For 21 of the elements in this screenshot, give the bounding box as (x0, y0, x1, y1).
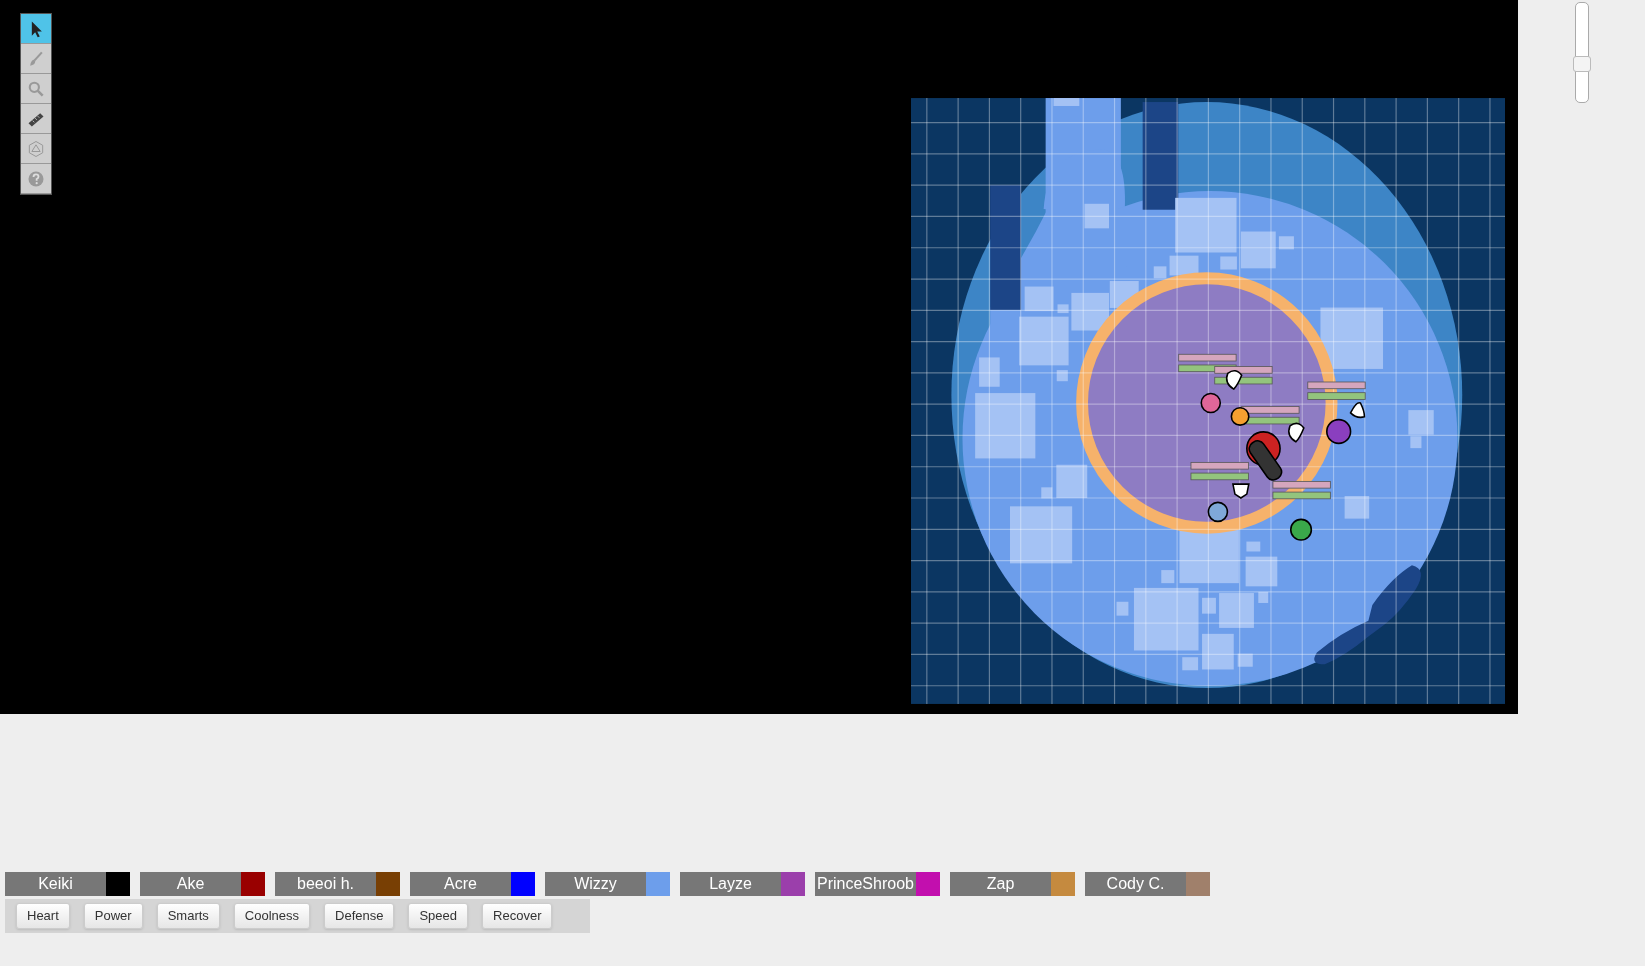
player-name: Wizzy (573, 874, 618, 894)
player-name: Ake (175, 874, 206, 894)
slider-thumb[interactable] (1572, 55, 1591, 72)
player-name: beeoi h. (296, 874, 355, 894)
player-name: Acre (443, 874, 478, 894)
toolbar-button[interactable] (21, 14, 51, 44)
zoom-slider[interactable] (1574, 2, 1589, 103)
macro-button[interactable]: Coolness (233, 903, 311, 929)
player-name: Zap (985, 874, 1016, 894)
dice-icon (26, 138, 46, 159)
macro-button[interactable]: Recover (482, 903, 553, 929)
macro-button[interactable]: Speed (408, 903, 469, 929)
toolbar-button[interactable] (21, 104, 51, 134)
macro-button[interactable]: Smarts (156, 903, 220, 929)
macro-button[interactable]: Power (83, 903, 143, 929)
macro-button[interactable]: Defense (324, 903, 395, 929)
player-name: PrinceShroob (816, 874, 915, 894)
player-name: Layze (708, 874, 753, 894)
player-name: Keiki (37, 874, 74, 894)
macro-button[interactable]: Heart (16, 903, 70, 929)
player-name: Cody C. (1105, 874, 1166, 894)
